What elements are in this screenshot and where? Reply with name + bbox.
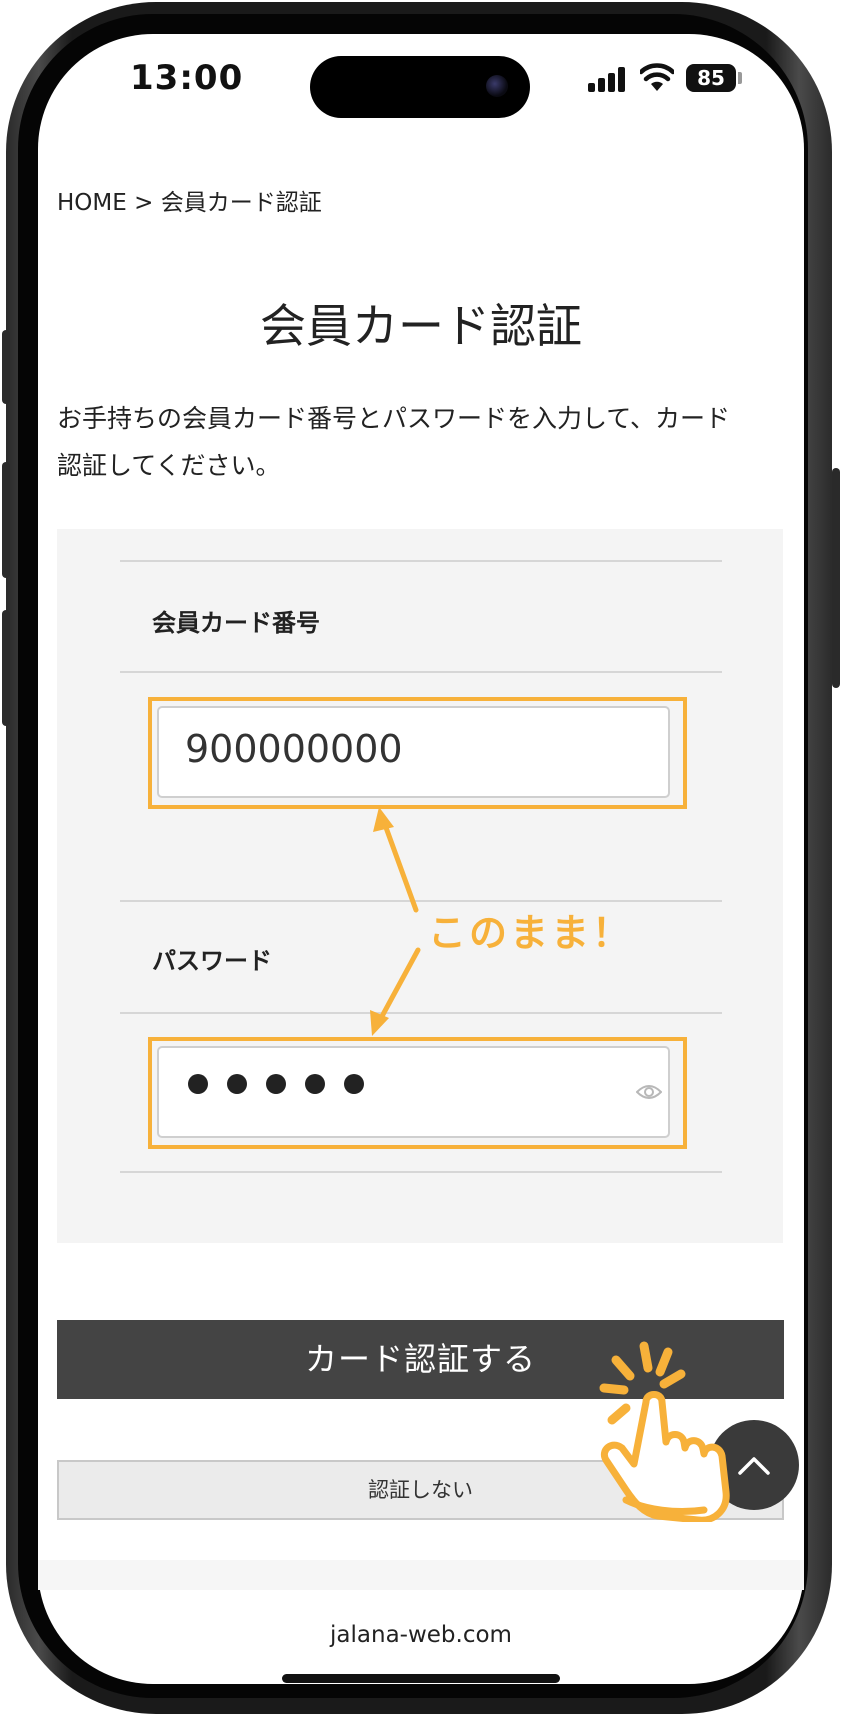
footer-separator [38, 1560, 804, 1590]
home-indicator[interactable] [282, 1674, 560, 1683]
tap-hand-icon [599, 1341, 730, 1522]
site-footer-url: jalana-web.com [330, 1622, 512, 1648]
annotation-label: このまま！ [428, 911, 634, 955]
